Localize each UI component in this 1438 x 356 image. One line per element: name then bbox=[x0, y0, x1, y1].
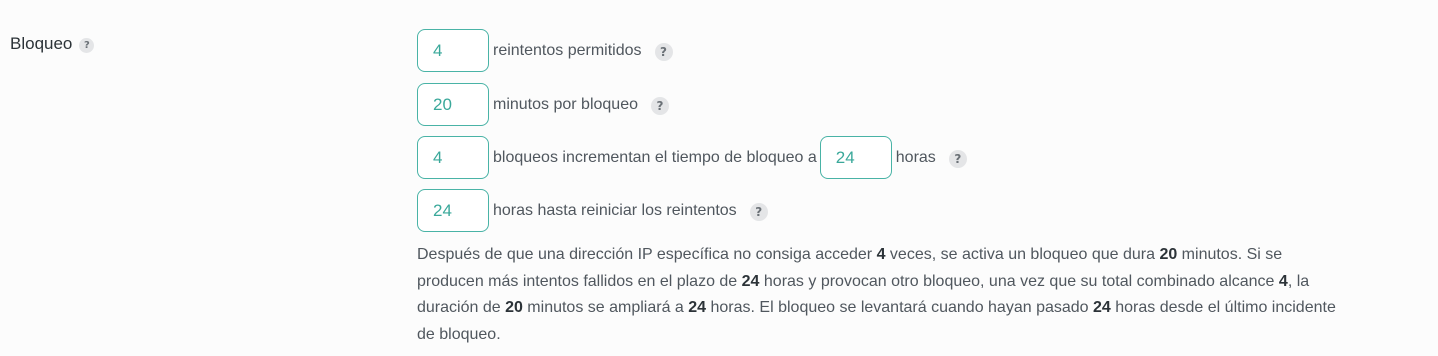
desc-text-4: horas y provocan otro bloqueo, una vez q… bbox=[759, 272, 1279, 290]
long-lockout-help-icon[interactable]: ? bbox=[948, 150, 967, 168]
desc-minutes-value-2: 20 bbox=[505, 299, 523, 316]
allowed-retries-label: reintentos permitidos bbox=[493, 41, 642, 59]
lockouts-count-input[interactable] bbox=[417, 136, 489, 179]
reset-hours-label: horas hasta reiniciar los reintentos bbox=[493, 201, 737, 219]
section-title: Bloqueo bbox=[10, 34, 73, 53]
reset-hours-help-icon[interactable]: ? bbox=[749, 203, 768, 221]
retries-row: reintentos permitidos ? bbox=[417, 29, 673, 72]
long-lockout-hours-input[interactable] bbox=[819, 136, 892, 179]
desc-minutes-value: 20 bbox=[1159, 246, 1178, 263]
lockout-settings-panel: Bloqueo ? reintentos permitidos ? minuto… bbox=[0, 0, 1438, 356]
desc-lockouts-value: 4 bbox=[1278, 272, 1288, 290]
minutes-row: minutos por bloqueo ? bbox=[417, 83, 669, 126]
desc-text-7: horas. El bloqueo se levantará cuando ha… bbox=[706, 299, 1094, 316]
desc-reset-hours-value: 24 bbox=[741, 272, 760, 290]
lockout-minutes-label: minutos por bloqueo bbox=[493, 95, 638, 113]
reset-row: horas hasta reiniciar los reintentos ? bbox=[417, 189, 768, 232]
lockout-minutes-input[interactable] bbox=[417, 83, 489, 126]
lockout-minutes-help-icon[interactable]: ? bbox=[650, 97, 669, 115]
desc-reset-hours-value-2: 24 bbox=[1093, 299, 1111, 316]
reset-hours-input[interactable] bbox=[417, 189, 489, 232]
section-help-icon[interactable]: ? bbox=[79, 38, 95, 53]
section-label: Bloqueo ? bbox=[10, 34, 95, 54]
desc-text-6: minutos se ampliará a bbox=[522, 299, 689, 316]
desc-text-2: veces, se activa un bloqueo que dura bbox=[885, 246, 1160, 263]
lockouts-count-label: bloqueos incrementan el tiempo de bloque… bbox=[493, 148, 817, 166]
allowed-retries-input[interactable] bbox=[417, 29, 489, 72]
desc-text-1: Después de que una dirección IP específi… bbox=[417, 246, 877, 263]
long-lockout-row: bloqueos incrementan el tiempo de bloque… bbox=[417, 136, 967, 179]
long-lockout-hours-label: horas bbox=[895, 148, 936, 166]
desc-long-hours-value: 24 bbox=[688, 299, 707, 316]
lockout-description: Después de que una dirección IP específi… bbox=[417, 242, 1347, 348]
allowed-retries-help-icon[interactable]: ? bbox=[654, 43, 673, 61]
